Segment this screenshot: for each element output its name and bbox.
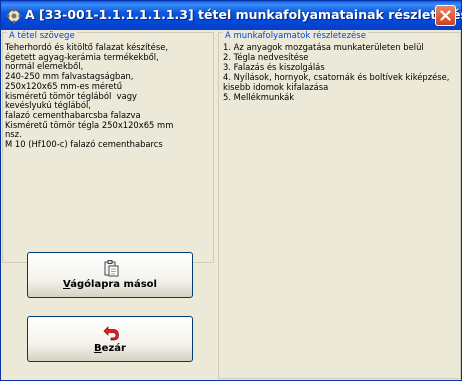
copy-button-label: Vágólapra másol bbox=[63, 279, 157, 290]
workflow-panel: A munkafolyamatok részletezése 1. Az any… bbox=[218, 31, 461, 379]
item-text-body: Teherhordó és kitöltő falazat készítése,… bbox=[5, 42, 174, 150]
workflow-item: 5. Mellékmunkák bbox=[223, 91, 295, 102]
close-button[interactable]: Bezár bbox=[27, 316, 193, 362]
close-button-label: Bezár bbox=[94, 343, 126, 354]
close-window-button[interactable] bbox=[435, 5, 456, 26]
item-text-panel: A tétel szövege Teherhordó és kitöltő fa… bbox=[2, 31, 214, 263]
workflow-item: 4. Nyílások, hornyok, csatornák és boltí… bbox=[223, 71, 450, 92]
window-title: A [33-001-1.1.1.1.1.1.3] tétel munkafoly… bbox=[25, 7, 462, 22]
app-icon bbox=[6, 8, 22, 24]
copy-to-clipboard-button[interactable]: Vágólapra másol bbox=[27, 252, 193, 298]
undo-arrow-icon bbox=[103, 326, 119, 341]
workflow-list: 1. Az anyagok mozgatása munkaterületen b… bbox=[223, 42, 458, 102]
title-bar[interactable]: A [33-001-1.1.1.1.1.1.3] tétel munkafoly… bbox=[1, 1, 462, 30]
dialog-window: A [33-001-1.1.1.1.1.1.3] tétel munkafoly… bbox=[0, 0, 462, 381]
workflow-legend: A munkafolyamatok részletezése bbox=[223, 31, 368, 41]
close-icon bbox=[440, 10, 451, 21]
clipboard-icon bbox=[104, 260, 119, 277]
item-text-legend: A tétel szövege bbox=[7, 31, 77, 41]
